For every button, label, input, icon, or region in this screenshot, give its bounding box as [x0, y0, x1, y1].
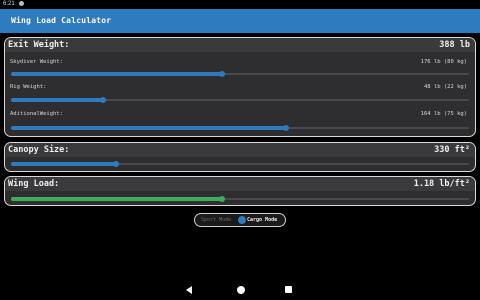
slider-thumb[interactable]	[282, 125, 289, 131]
canopy-size-title: Canopy Size:	[8, 145, 70, 155]
rig-weight-label: Rig Weight:	[10, 84, 47, 90]
rig-weight-slider[interactable]	[11, 97, 469, 103]
slider-fill	[11, 162, 117, 166]
sport-mode-option[interactable]: Sport Mode	[201, 214, 231, 226]
cargo-mode-option[interactable]: Cargo Mode	[247, 214, 277, 226]
additional-weight-label: AditionalWeight:	[10, 111, 63, 117]
slider-fill	[11, 126, 286, 130]
slider-thumb[interactable]	[99, 97, 106, 103]
canopy-size-header: Canopy Size: 330 ft²	[5, 143, 475, 157]
slider-thumb[interactable]	[218, 71, 225, 77]
additional-weight-value: 164 lb (75 kg)	[420, 111, 467, 117]
exit-weight-card: Exit Weight: 388 lb Skydiver Weight: 176…	[4, 37, 476, 137]
app-bar: Wing Load Calculator	[0, 9, 480, 33]
slider-fill	[11, 197, 222, 201]
skydiver-weight-label: Skydiver Weight:	[10, 59, 63, 65]
skydiver-weight-slider[interactable]	[11, 71, 469, 77]
wing-load-card: Wing Load: 1.18 lb/ft²	[4, 176, 476, 206]
navigation-bar	[0, 280, 480, 300]
wing-load-bar	[11, 196, 469, 202]
mode-toggle[interactable]: Sport Mode Cargo Mode	[194, 213, 286, 227]
app-title: Wing Load Calculator	[11, 16, 112, 25]
wing-load-title: Wing Load:	[8, 179, 60, 189]
skydiver-weight-value: 176 lb (80 kg)	[420, 59, 467, 65]
additional-weight-slider[interactable]	[11, 125, 469, 131]
canopy-size-slider[interactable]	[11, 161, 469, 167]
recent-apps-icon[interactable]	[285, 286, 292, 293]
wing-load-value: 1.18 lb/ft²	[413, 179, 470, 189]
status-time: 6:21	[3, 1, 15, 7]
slider-fill	[11, 98, 103, 102]
slider-fill	[11, 72, 222, 76]
exit-weight-title: Exit Weight:	[8, 40, 70, 50]
wing-load-header: Wing Load: 1.18 lb/ft²	[5, 177, 475, 191]
toggle-knob[interactable]	[238, 216, 246, 224]
rig-weight-value: 48 lb (22 kg)	[423, 84, 467, 90]
exit-weight-total: 388 lb	[439, 40, 470, 50]
notification-icon	[19, 0, 25, 6]
status-bar: 6:21	[0, 0, 480, 9]
canopy-size-value: 330 ft²	[434, 145, 470, 155]
slider-thumb[interactable]	[113, 161, 120, 167]
exit-weight-header: Exit Weight: 388 lb	[5, 38, 475, 52]
canopy-size-card: Canopy Size: 330 ft²	[4, 142, 476, 172]
back-icon[interactable]	[186, 286, 192, 294]
home-icon[interactable]	[237, 286, 245, 294]
slider-thumb	[218, 196, 225, 202]
